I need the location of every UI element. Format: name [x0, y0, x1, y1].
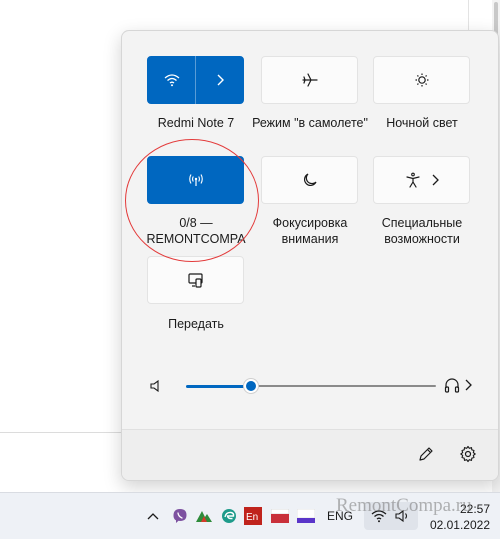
focus-assist-label: Фокусировка внимания: [272, 216, 348, 246]
wifi-tile[interactable]: [147, 56, 244, 104]
speaker-icon[interactable]: [150, 380, 164, 392]
night-light-label: Ночной свет: [386, 116, 458, 130]
app-icon: [297, 509, 315, 523]
gear-icon[interactable]: [459, 445, 477, 463]
accessibility-tile[interactable]: [373, 156, 470, 204]
cast-icon: [187, 273, 203, 288]
night-light-tile[interactable]: [373, 56, 470, 104]
chevron-right-icon: [217, 74, 224, 86]
cast-label: Передать: [168, 317, 224, 331]
clock-date: 02.01.2022: [429, 518, 490, 532]
airplane-tile[interactable]: [261, 56, 358, 104]
wifi-expand-button[interactable]: [196, 56, 243, 104]
en-tray-icon[interactable]: En: [244, 507, 262, 525]
night-light-icon: [415, 73, 428, 87]
edge-icon: [222, 509, 236, 523]
show-hidden-icons-button[interactable]: [146, 507, 160, 525]
volume-slider-track[interactable]: [252, 385, 436, 387]
viber-icon: [173, 509, 187, 523]
annotation-circle: [125, 139, 259, 262]
wifi-toggle[interactable]: [148, 56, 195, 104]
focus-assist-tile[interactable]: [261, 156, 358, 204]
app-tray-icon[interactable]: [195, 507, 213, 525]
quick-settings-footer: [122, 429, 498, 480]
airplane-label: Режим "в самолете": [252, 116, 368, 130]
viber-tray-icon[interactable]: [171, 507, 189, 525]
en-icon: En: [244, 507, 262, 525]
chevron-right-icon: [432, 174, 439, 186]
audio-output-button[interactable]: [444, 377, 472, 393]
airplane-icon: [301, 73, 318, 87]
cast-tile[interactable]: [147, 256, 244, 304]
accessibility-label: Специальные возможности: [381, 216, 463, 246]
headphones-icon: [444, 378, 460, 393]
app-tray-icon[interactable]: [296, 507, 316, 525]
volume-slider-thumb[interactable]: [243, 378, 259, 394]
chevron-up-icon: [147, 513, 159, 520]
chevron-right-icon: [465, 379, 472, 391]
accessibility-icon: [405, 172, 420, 188]
moon-icon: [303, 173, 317, 186]
app-icon: [271, 509, 289, 523]
pencil-icon[interactable]: [418, 446, 434, 462]
app-tray-icon[interactable]: [270, 507, 290, 525]
app-icon: [196, 511, 212, 522]
wifi-label: Redmi Note 7: [157, 116, 235, 130]
wifi-icon: [164, 74, 179, 87]
svg-text:En: En: [246, 512, 258, 523]
edge-tray-icon[interactable]: [220, 507, 238, 525]
watermark: RemontCompa.ru: [336, 495, 472, 516]
